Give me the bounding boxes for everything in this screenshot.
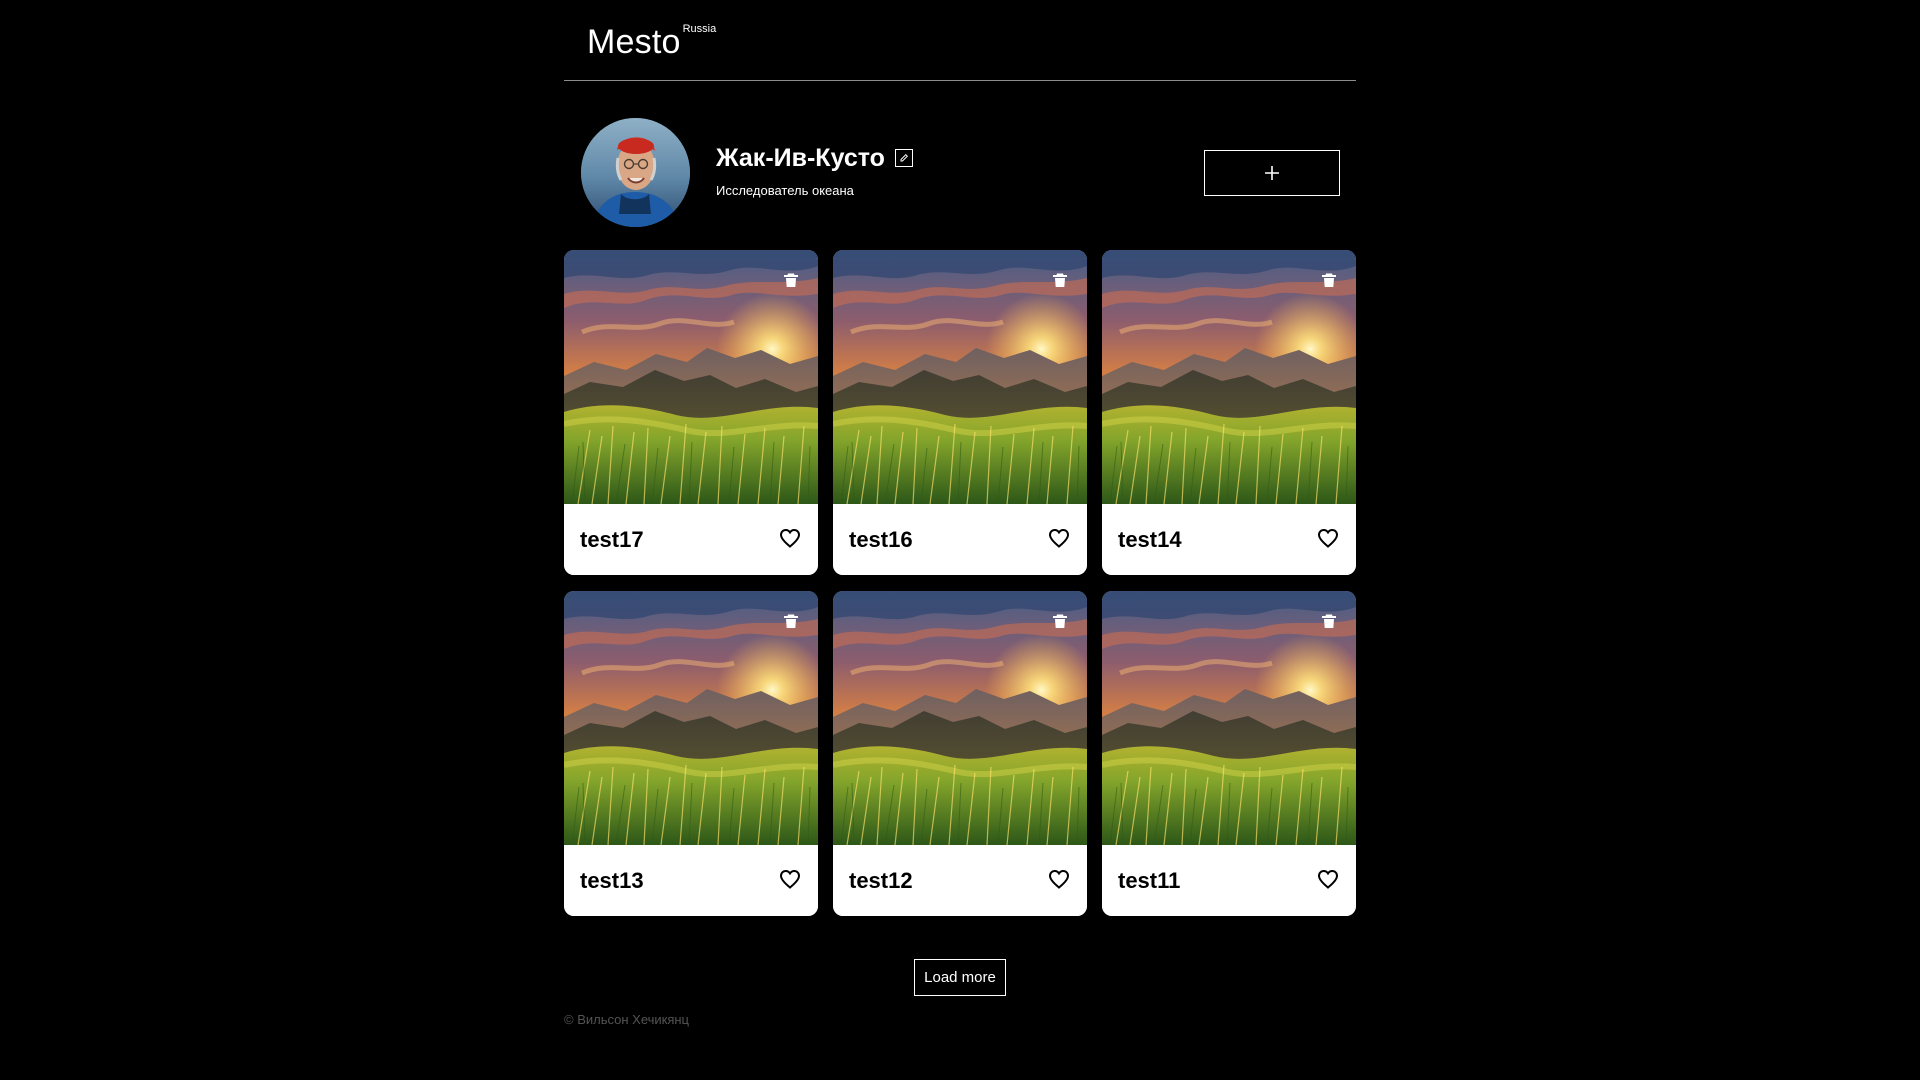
- card-image[interactable]: [1102, 250, 1356, 504]
- delete-button[interactable]: [1051, 271, 1069, 289]
- trash-icon: [784, 273, 798, 287]
- card-footer: test11: [1102, 845, 1356, 916]
- edit-profile-button[interactable]: [894, 149, 913, 167]
- card-title: test16: [849, 527, 913, 552]
- logo-text: Mesto: [587, 23, 681, 61]
- footer-copyright: © Вильсон Хечикянц: [564, 1012, 690, 1027]
- heart-icon: [779, 528, 801, 548]
- card: test17: [564, 250, 818, 575]
- like-button[interactable]: [1317, 528, 1339, 548]
- profile-about: Исследователь океана: [716, 183, 854, 198]
- heart-icon: [779, 869, 801, 889]
- delete-button[interactable]: [1320, 271, 1338, 289]
- card-image[interactable]: [564, 591, 818, 845]
- edit-icon: [900, 153, 908, 162]
- card-title: test12: [849, 868, 913, 893]
- trash-icon: [1053, 614, 1067, 628]
- landscape-image: [1102, 250, 1356, 504]
- card-image[interactable]: [833, 591, 1087, 845]
- landscape-image: [833, 591, 1087, 845]
- profile-info: Жак-Ив-Кусто Исследователь океана: [716, 142, 913, 199]
- card-title: test14: [1118, 527, 1182, 552]
- like-button[interactable]: [1317, 869, 1339, 889]
- landscape-image: [564, 250, 818, 504]
- trash-icon: [784, 614, 798, 628]
- like-button[interactable]: [1048, 869, 1070, 889]
- trash-icon: [1053, 273, 1067, 287]
- profile-section: Жак-Ив-Кусто Исследователь океана: [564, 118, 1356, 228]
- plus-icon: [1265, 166, 1279, 180]
- logo-superscript: Russia: [682, 23, 717, 35]
- heart-icon: [1317, 869, 1339, 889]
- heart-icon: [1048, 528, 1070, 548]
- card-footer: test16: [833, 504, 1087, 575]
- card-footer: test14: [1102, 504, 1356, 575]
- card-image[interactable]: [833, 250, 1087, 504]
- heart-icon: [1048, 869, 1070, 889]
- delete-button[interactable]: [1051, 612, 1069, 630]
- heart-icon: [1317, 528, 1339, 548]
- profile-name-row: Жак-Ив-Кусто: [716, 142, 913, 174]
- landscape-image: [833, 250, 1087, 504]
- card-footer: test17: [564, 504, 818, 575]
- card-footer: test13: [564, 845, 818, 916]
- profile-name: Жак-Ив-Кусто: [716, 144, 885, 172]
- card: test16: [833, 250, 1087, 575]
- like-button[interactable]: [779, 528, 801, 548]
- landscape-image: [564, 591, 818, 845]
- like-button[interactable]: [1048, 528, 1070, 548]
- card: test11: [1102, 591, 1356, 916]
- landscape-image: [1102, 591, 1356, 845]
- card-title: test17: [580, 527, 644, 552]
- card-image[interactable]: [1102, 591, 1356, 845]
- trash-icon: [1322, 273, 1336, 287]
- delete-button[interactable]: [782, 612, 800, 630]
- site-header: Mesto Russia: [564, 0, 1356, 81]
- card-footer: test12: [833, 845, 1087, 916]
- like-button[interactable]: [779, 869, 801, 889]
- page: Mesto Russia Жак-Ив-Кусто Исследователь …: [0, 0, 1920, 1080]
- card: test13: [564, 591, 818, 916]
- trash-icon: [1322, 614, 1336, 628]
- delete-button[interactable]: [782, 271, 800, 289]
- logo: Mesto Russia: [587, 22, 716, 62]
- avatar[interactable]: [581, 118, 690, 227]
- delete-button[interactable]: [1320, 612, 1338, 630]
- cards-grid: test17 test16 test14 test13 test12 test1…: [564, 250, 1356, 916]
- card-image[interactable]: [564, 250, 818, 504]
- card: test14: [1102, 250, 1356, 575]
- avatar-image: [581, 118, 690, 227]
- load-more-button[interactable]: Load more: [914, 959, 1006, 996]
- card-title: test11: [1118, 868, 1181, 893]
- card-title: test13: [580, 868, 644, 893]
- add-card-button[interactable]: [1204, 150, 1340, 196]
- card: test12: [833, 591, 1087, 916]
